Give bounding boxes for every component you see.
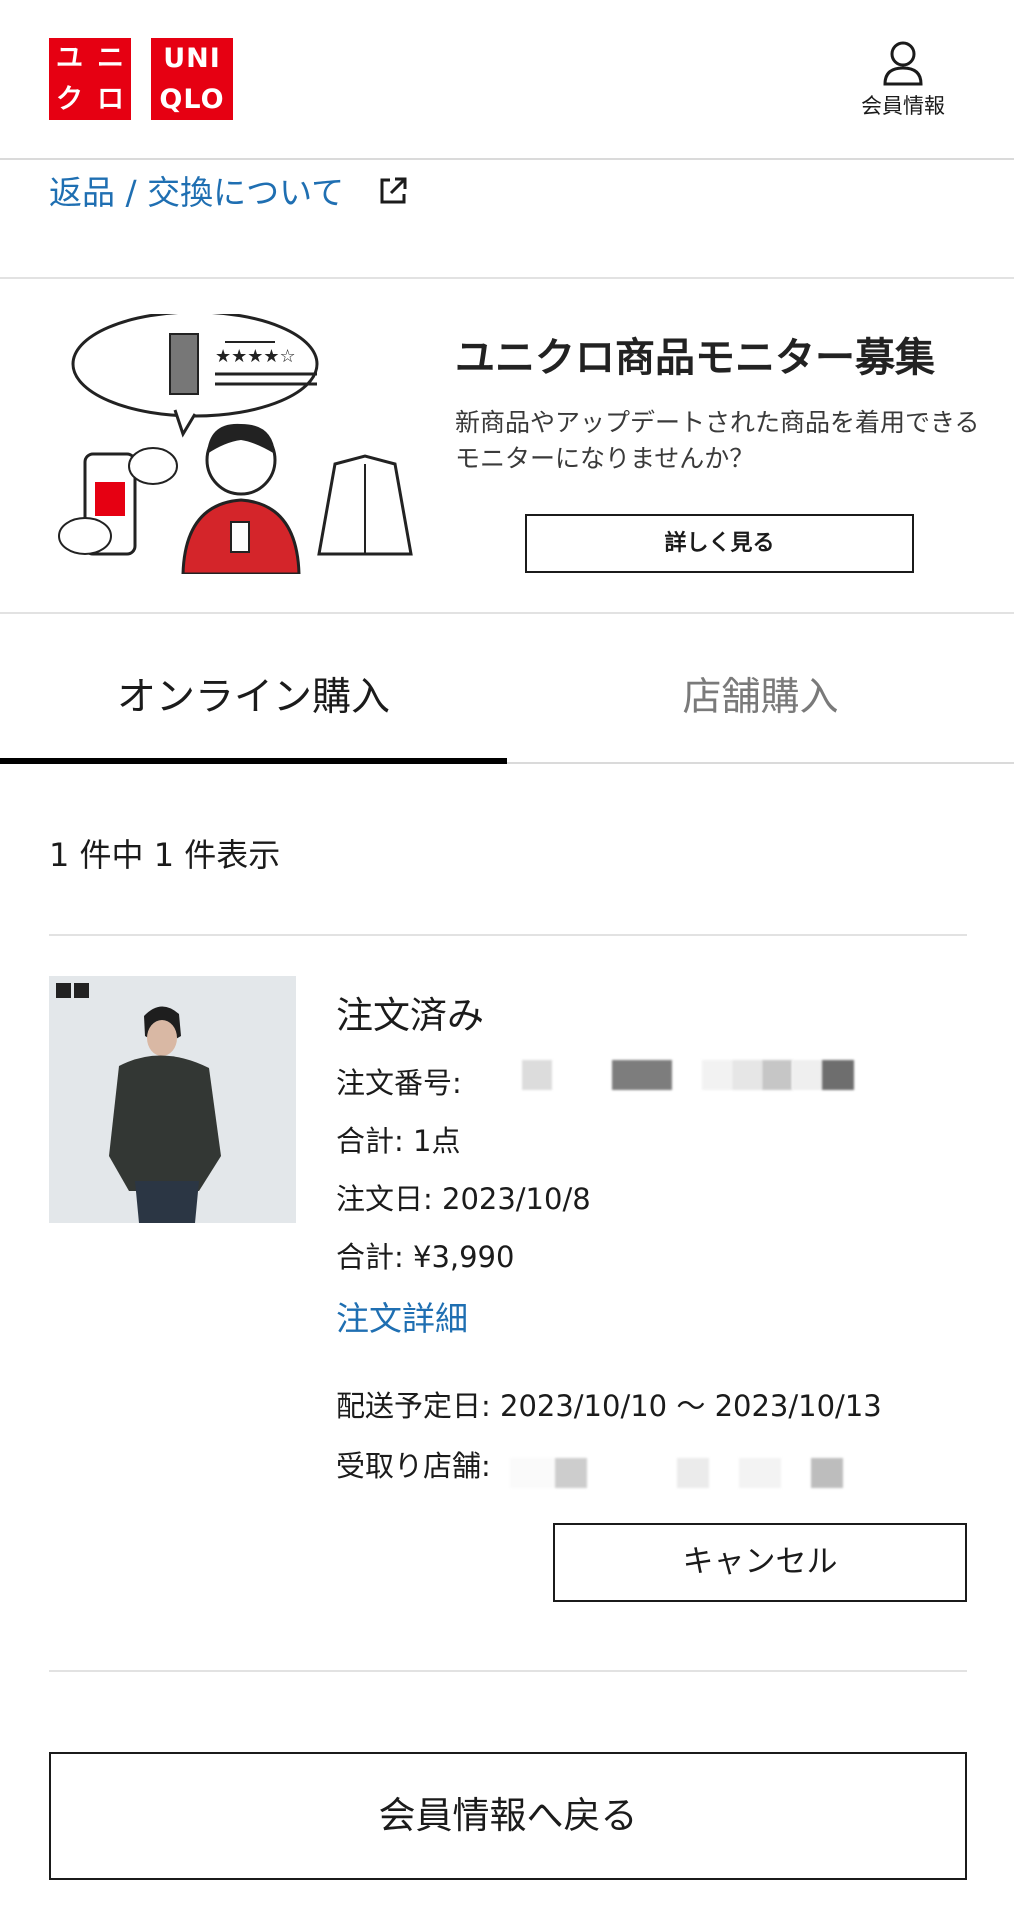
order-date: 注文日: 2023/10/8 [336, 1182, 591, 1216]
divider [49, 934, 967, 936]
user-icon [883, 41, 923, 86]
logo-char: ユ [56, 43, 83, 74]
member-info-label: 会員情報 [861, 94, 945, 118]
back-to-member-info-button[interactable]: 会員情報へ戻る [49, 1752, 967, 1880]
uniqlo-logo-katakana[interactable]: ユ ニ ク ロ [49, 38, 131, 120]
product-image[interactable] [49, 976, 296, 1223]
logo-char: ロ [97, 84, 124, 115]
purchase-tabs: オンライン購入 店舗購入 [0, 616, 1014, 764]
logo-text: UNI [163, 43, 221, 74]
order-status: 注文済み [336, 994, 484, 1037]
logo-text: QLO [159, 84, 225, 115]
logo-char: ク [56, 84, 83, 115]
svg-text:★★★★☆: ★★★★☆ [215, 346, 296, 367]
banner-description-line: モニターになりませんか？ [455, 444, 755, 473]
result-count: 1 件中 1 件表示 [49, 836, 281, 874]
logo-char: ニ [97, 43, 124, 74]
return-exchange-label: 返品 / 交換について [49, 173, 345, 212]
external-link-icon [380, 177, 407, 204]
active-tab-indicator [0, 758, 507, 764]
order-quantity: 合計: 1点 [336, 1124, 461, 1158]
order-number-label: 注文番号: [336, 1066, 462, 1100]
pickup-store-label: 受取り店舗: [336, 1449, 491, 1483]
tab-store-purchase[interactable]: 店舗購入 [507, 616, 1014, 764]
order-number-redacted [522, 1060, 854, 1090]
banner-description-line: 新商品やアップデートされた商品を着用できる [455, 408, 980, 437]
product-photo [49, 976, 296, 1223]
delivery-date: 配送予定日: 2023/10/10 〜 2023/10/13 [336, 1389, 882, 1423]
order-detail-link[interactable]: 注文詳細 [336, 1292, 468, 1340]
banner-description: 新商品やアップデートされた商品を着用できる モニターになりませんか？ [455, 405, 995, 477]
order-total: 合計: ¥3,990 [336, 1240, 515, 1274]
member-info-button[interactable]: 会員情報 [848, 40, 958, 120]
see-details-button[interactable]: 詳しく見る [525, 514, 914, 573]
banner-title: ユニクロ商品モニター募集 [455, 335, 935, 381]
uniqlo-logo-latin[interactable]: UNI QLO [151, 38, 233, 120]
header: ユ ニ ク ロ UNI QLO 会員情報 [0, 0, 1014, 160]
cancel-order-button[interactable]: キャンセル [553, 1523, 967, 1602]
monitor-illustration: ★★★★☆ [58, 314, 413, 574]
divider [49, 1670, 967, 1672]
pickup-store-redacted [510, 1458, 843, 1488]
return-exchange-link[interactable]: 返品 / 交換について [49, 166, 408, 214]
tab-online-purchase[interactable]: オンライン購入 [0, 616, 507, 764]
